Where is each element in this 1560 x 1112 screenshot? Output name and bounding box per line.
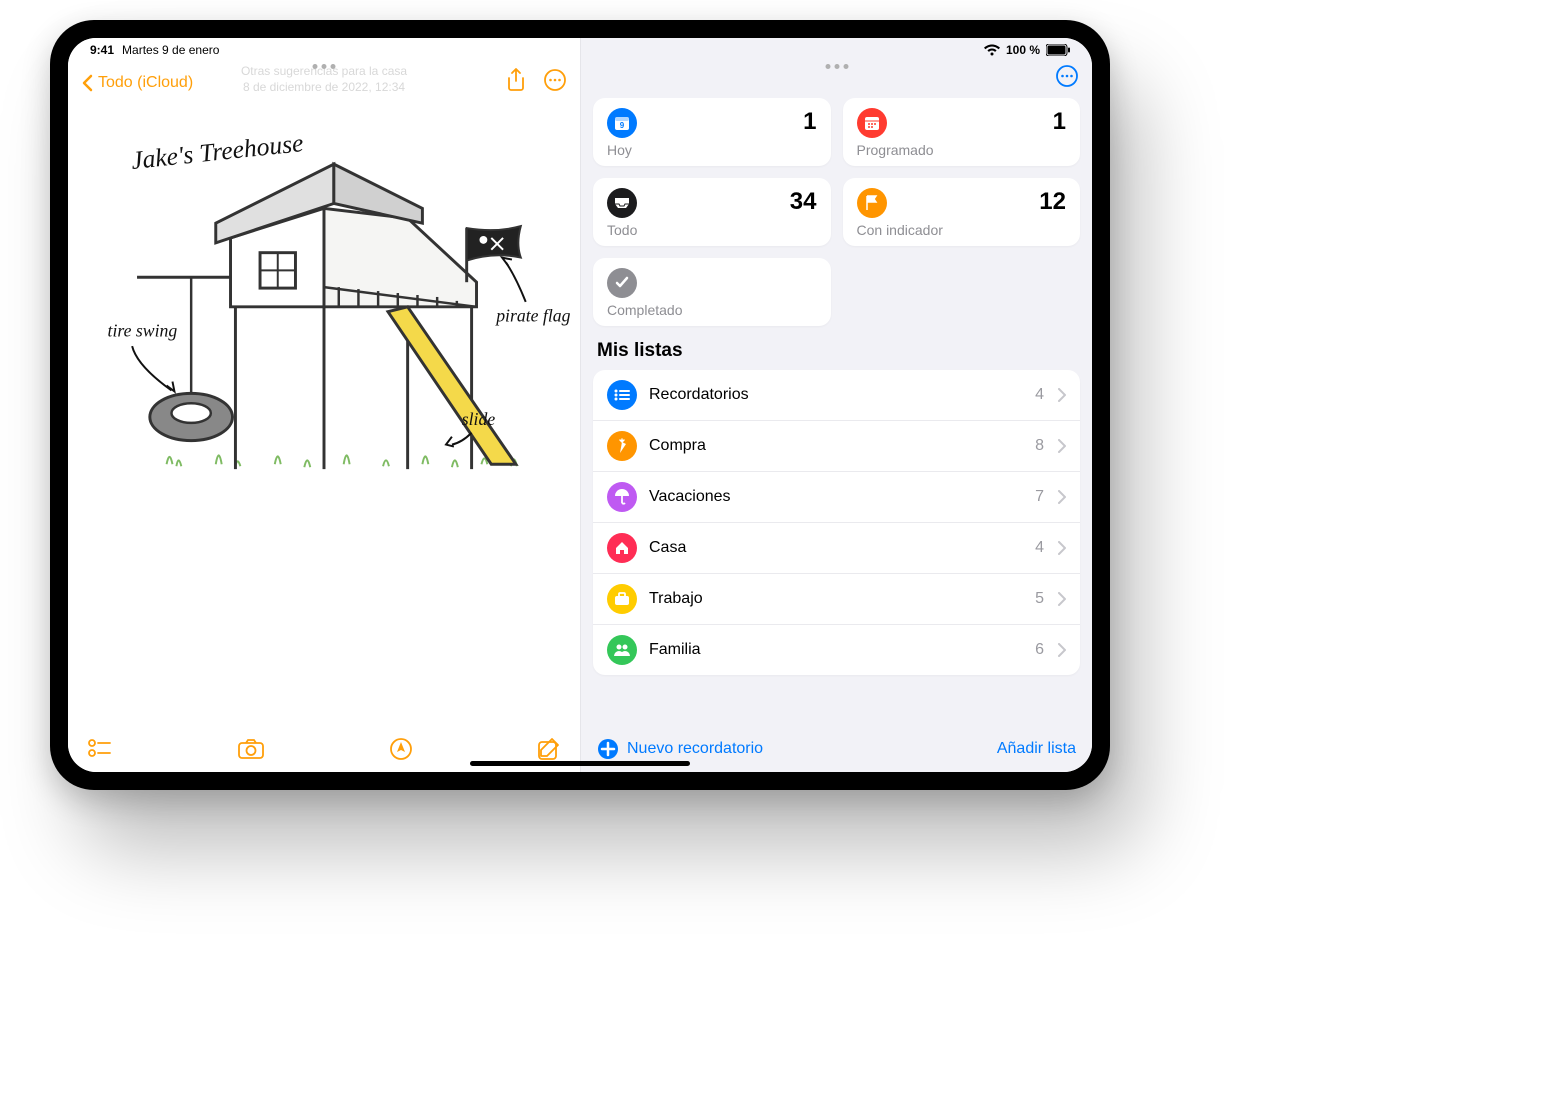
list-count: 4: [1035, 539, 1044, 557]
umbrella-icon: [614, 489, 630, 505]
status-bar: 9:41 Martes 9 de enero 100 %: [68, 38, 1092, 62]
chevron-right-icon: [1058, 388, 1066, 402]
reminders-content[interactable]: 9 1 Hoy 1 Prog: [581, 98, 1092, 726]
new-reminder-label: Nuevo recordatorio: [627, 740, 763, 758]
list-item-familia[interactable]: Familia 6: [593, 625, 1080, 675]
new-reminder-button[interactable]: Nuevo recordatorio: [597, 738, 763, 760]
compose-button[interactable]: [538, 738, 560, 760]
list-count: 4: [1035, 386, 1044, 404]
status-date: Martes 9 de enero: [122, 43, 219, 57]
chevron-right-icon: [1058, 643, 1066, 657]
smart-count: 34: [790, 188, 817, 216]
calendar-today-icon: 9: [614, 115, 630, 131]
smart-label: Con indicador: [857, 222, 1067, 238]
back-label: Todo (iCloud): [98, 74, 193, 92]
list-label: Familia: [649, 641, 1023, 659]
people-icon: [613, 643, 631, 657]
smart-count: 1: [1053, 108, 1066, 136]
list-item-vacaciones[interactable]: Vacaciones 7: [593, 472, 1080, 523]
home-indicator[interactable]: [470, 761, 690, 766]
svg-text:9: 9: [620, 121, 625, 130]
list-item-casa[interactable]: Casa 4: [593, 523, 1080, 574]
more-button[interactable]: [544, 69, 566, 91]
screen: 9:41 Martes 9 de enero 100 % Todo (iClou…: [68, 38, 1092, 772]
smart-label: Todo: [607, 222, 817, 238]
smart-count: 1: [803, 108, 816, 136]
back-button[interactable]: Todo (iCloud): [82, 74, 193, 92]
briefcase-icon: [614, 592, 630, 606]
svg-text:slide: slide: [462, 409, 496, 429]
battery-icon: [1046, 44, 1070, 56]
svg-text:pirate flag: pirate flag: [494, 306, 570, 326]
list-label: Recordatorios: [649, 386, 1023, 404]
carrot-icon: [615, 438, 629, 454]
list-item-recordatorios[interactable]: Recordatorios 4: [593, 370, 1080, 421]
svg-text:tire swing: tire swing: [108, 320, 178, 340]
my-lists-box: Recordatorios 4 Compra 8: [593, 370, 1080, 675]
checklist-button[interactable]: [88, 739, 112, 759]
list-icon: [614, 389, 630, 401]
list-item-trabajo[interactable]: Trabajo 5: [593, 574, 1080, 625]
chevron-right-icon: [1058, 439, 1066, 453]
svg-text:Jake's Treehouse: Jake's Treehouse: [130, 128, 305, 175]
smart-label: Completado: [607, 302, 817, 318]
chevron-left-icon: [82, 74, 94, 92]
smart-card-completed[interactable]: Completado: [593, 258, 831, 326]
smart-count: 12: [1039, 188, 1066, 216]
smart-card-flagged[interactable]: 12 Con indicador: [843, 178, 1081, 246]
smart-lists-grid: 9 1 Hoy 1 Prog: [593, 98, 1080, 326]
status-time: 9:41: [90, 43, 114, 57]
smart-card-scheduled[interactable]: 1 Programado: [843, 98, 1081, 166]
add-list-button[interactable]: Añadir lista: [997, 740, 1076, 758]
smart-card-today[interactable]: 9 1 Hoy: [593, 98, 831, 166]
reminders-app-pane: 9 1 Hoy 1 Prog: [580, 38, 1092, 772]
checklist-icon: [88, 739, 112, 759]
camera-button[interactable]: [238, 739, 264, 759]
list-label: Vacaciones: [649, 488, 1023, 506]
pencil-tip-icon: [390, 738, 412, 760]
battery-percent: 100 %: [1006, 43, 1040, 57]
chevron-right-icon: [1058, 541, 1066, 555]
chevron-right-icon: [1058, 490, 1066, 504]
note-drawing-canvas[interactable]: Jake's Treehouse tire swing pirate flag …: [68, 98, 580, 726]
list-item-compra[interactable]: Compra 8: [593, 421, 1080, 472]
share-button[interactable]: [506, 68, 526, 92]
flag-icon: [865, 195, 879, 211]
ipad-frame: 9:41 Martes 9 de enero 100 % Todo (iClou…: [50, 20, 1110, 790]
list-count: 7: [1035, 488, 1044, 506]
house-icon: [614, 540, 630, 556]
list-count: 6: [1035, 641, 1044, 659]
treehouse-sketch-icon: Jake's Treehouse tire swing pirate flag …: [78, 110, 570, 504]
list-label: Trabajo: [649, 590, 1023, 608]
list-count: 5: [1035, 590, 1044, 608]
smart-card-all[interactable]: 34 Todo: [593, 178, 831, 246]
my-lists-header: Mis listas: [597, 340, 1076, 362]
plus-circle-icon: [597, 738, 619, 760]
checkmark-icon: [615, 276, 629, 290]
ellipsis-circle-icon: [544, 69, 566, 91]
smart-label: Programado: [857, 142, 1067, 158]
more-button[interactable]: [1056, 65, 1078, 92]
share-icon: [506, 68, 526, 92]
smart-label: Hoy: [607, 142, 817, 158]
camera-icon: [238, 739, 264, 759]
calendar-icon: [864, 115, 880, 131]
list-count: 8: [1035, 437, 1044, 455]
list-label: Casa: [649, 539, 1023, 557]
add-list-label: Añadir lista: [997, 740, 1076, 757]
list-label: Compra: [649, 437, 1023, 455]
compose-icon: [538, 738, 560, 760]
multitask-indicator[interactable]: [825, 64, 848, 69]
chevron-right-icon: [1058, 592, 1066, 606]
wifi-icon: [984, 44, 1000, 56]
notes-app-pane: Todo (iCloud) Otras sugerencias para la …: [68, 38, 580, 772]
markup-button[interactable]: [390, 738, 412, 760]
multitask-indicator[interactable]: [313, 64, 336, 69]
ellipsis-circle-icon: [1056, 65, 1078, 87]
tray-icon: [614, 197, 630, 209]
